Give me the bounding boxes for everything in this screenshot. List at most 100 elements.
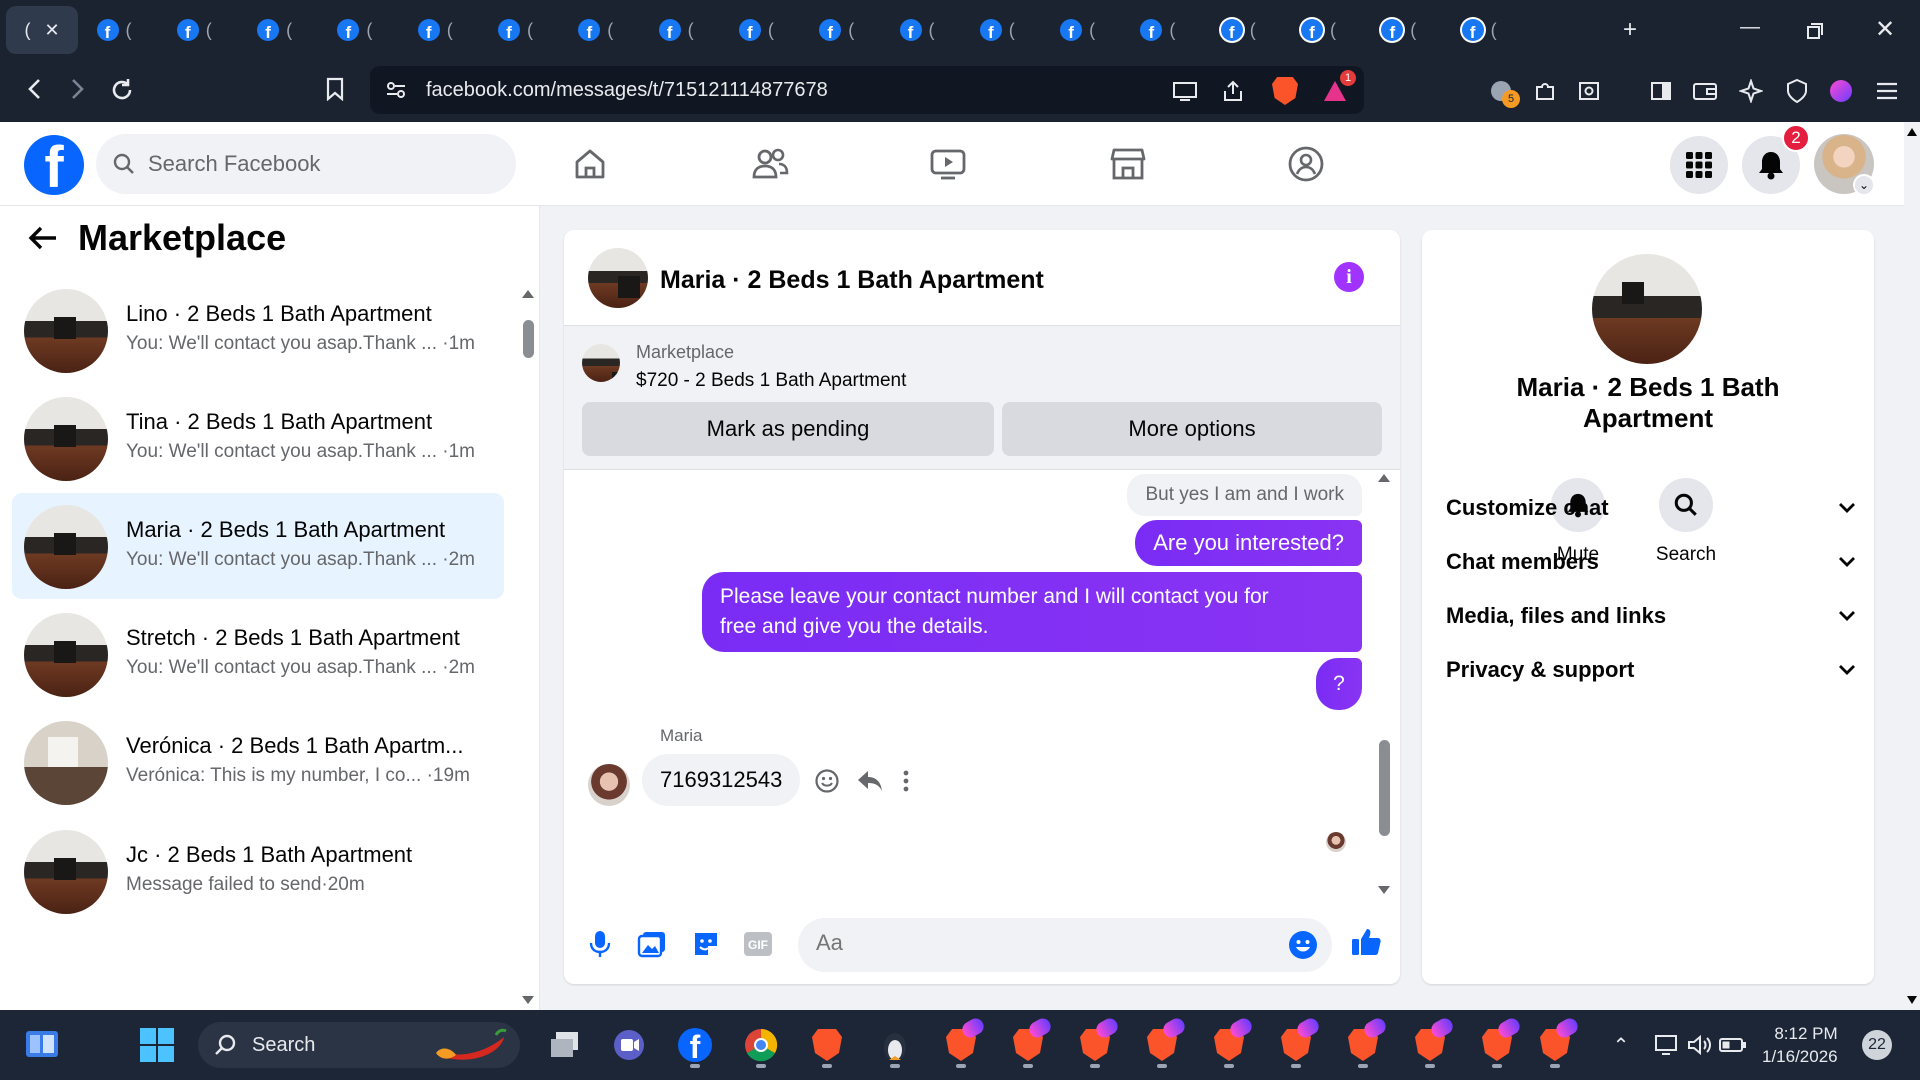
- conversation-item[interactable]: Jc · 2 Beds 1 Bath Apartment Message fail…: [12, 818, 504, 924]
- brave-shields-icon[interactable]: [1270, 76, 1300, 106]
- list-scrollbar[interactable]: [520, 282, 536, 1010]
- photo-icon[interactable]: [636, 928, 668, 960]
- message-scrollbar[interactable]: [1374, 470, 1394, 898]
- message-input-box[interactable]: [798, 918, 1332, 972]
- vpn-icon[interactable]: [1782, 76, 1812, 106]
- list-scroll-thumb[interactable]: [523, 320, 534, 358]
- groups-icon[interactable]: [1286, 144, 1326, 184]
- penguin-app-icon[interactable]: [876, 1026, 914, 1064]
- conversation-item[interactable]: Tina · 2 Beds 1 Bath Apartment You: We'll…: [12, 385, 504, 491]
- reload-icon[interactable]: [106, 74, 138, 106]
- thumbs-up-icon[interactable]: [1350, 926, 1382, 958]
- taskbar-search[interactable]: Search: [198, 1022, 520, 1068]
- menu-grid-button[interactable]: [1670, 136, 1728, 194]
- share-icon[interactable]: [1218, 76, 1248, 106]
- watch-icon[interactable]: [928, 144, 968, 184]
- sender-avatar[interactable]: [588, 764, 630, 806]
- wallet-icon[interactable]: [1690, 76, 1720, 106]
- system-clock[interactable]: 8:12 PM 1/16/2026: [1762, 1022, 1838, 1068]
- extension-leo-icon[interactable]: 5: [1486, 76, 1520, 108]
- profile-extension-icon[interactable]: [1826, 76, 1856, 106]
- chrome-icon[interactable]: [742, 1026, 780, 1064]
- conversation-item[interactable]: Verónica · 2 Beds 1 Bath Apartm... Veróni…: [12, 709, 504, 815]
- brave-window-icon[interactable]: [1536, 1015, 1581, 1064]
- search-input[interactable]: [148, 151, 478, 177]
- brave-icon[interactable]: [808, 1026, 846, 1064]
- brave-window-icon[interactable]: [1344, 1015, 1389, 1064]
- brave-window-icon[interactable]: [1411, 1015, 1456, 1064]
- facebook-logo[interactable]: f: [24, 135, 84, 195]
- reply-icon[interactable]: [856, 768, 884, 794]
- chat-avatar[interactable]: [588, 248, 648, 308]
- battery-icon[interactable]: [1718, 1026, 1748, 1064]
- react-icon[interactable]: [814, 768, 840, 794]
- facebook-tab[interactable]: f(: [1216, 6, 1260, 54]
- facebook-app-icon[interactable]: f: [676, 1026, 714, 1064]
- facebook-tab[interactable]: f(: [172, 6, 216, 54]
- facebook-tab[interactable]: f(: [1136, 6, 1180, 54]
- facebook-tab[interactable]: f(: [413, 6, 457, 54]
- info-section-row[interactable]: Media, files and links: [1446, 594, 1856, 638]
- new-tab-icon[interactable]: +: [1616, 16, 1644, 44]
- message-bubble[interactable]: Are you interested?: [1135, 520, 1362, 566]
- info-section-row[interactable]: Chat members: [1446, 540, 1856, 584]
- message-bubble[interactable]: ?: [1316, 658, 1362, 710]
- facebook-tab[interactable]: f(: [333, 6, 377, 54]
- facebook-tab[interactable]: f(: [494, 6, 538, 54]
- brave-window-icon[interactable]: [942, 1015, 987, 1064]
- brave-window-icon[interactable]: [1478, 1015, 1523, 1064]
- menu-icon[interactable]: [1872, 76, 1902, 106]
- facebook-tab[interactable]: f(: [574, 6, 618, 54]
- chevron-up-icon[interactable]: ⌃: [1606, 1026, 1636, 1064]
- teams-icon[interactable]: [610, 1026, 648, 1064]
- brave-window-icon[interactable]: [1009, 1015, 1054, 1064]
- forward-icon[interactable]: [62, 74, 92, 104]
- cast-icon[interactable]: [1170, 76, 1200, 106]
- marketplace-icon[interactable]: [1108, 144, 1148, 184]
- page-scrollbar[interactable]: [1904, 122, 1920, 1010]
- info-section-row[interactable]: Customize chat: [1446, 486, 1856, 530]
- gif-icon[interactable]: GIF: [742, 928, 774, 960]
- facebook-tab[interactable]: f(: [734, 6, 778, 54]
- friends-icon[interactable]: [750, 144, 790, 184]
- close-tab-icon[interactable]: ✕: [44, 20, 59, 41]
- speaker-icon[interactable]: [1684, 1026, 1714, 1064]
- start-icon[interactable]: [138, 1026, 176, 1064]
- facebook-search[interactable]: [96, 134, 516, 194]
- facebook-tab[interactable]: f(: [1377, 6, 1421, 54]
- conversation-item[interactable]: Stretch · 2 Beds 1 Bath Apartment You: We…: [12, 601, 504, 707]
- message-scroll-thumb[interactable]: [1379, 740, 1390, 836]
- info-section-row[interactable]: Privacy & support: [1446, 648, 1856, 692]
- brave-window-icon[interactable]: [1277, 1015, 1322, 1064]
- mark-as-pending-button[interactable]: Mark as pending: [582, 402, 994, 456]
- extensions-puzzle-icon[interactable]: [1530, 76, 1560, 106]
- site-info-icon[interactable]: [382, 76, 410, 104]
- widgets-icon[interactable]: [22, 1024, 62, 1064]
- back-arrow-icon[interactable]: [28, 225, 58, 251]
- microphone-icon[interactable]: [584, 928, 616, 960]
- reader-mode-icon[interactable]: [1574, 76, 1604, 106]
- task-view-icon[interactable]: [546, 1026, 584, 1064]
- facebook-tab[interactable]: f(: [1056, 6, 1100, 54]
- info-icon[interactable]: i: [1334, 262, 1364, 292]
- sidebar-icon[interactable]: [1646, 76, 1676, 106]
- message-bubble[interactable]: But yes I am and I work: [1127, 474, 1362, 516]
- brave-rewards-icon[interactable]: 1: [1320, 70, 1356, 106]
- facebook-tab[interactable]: f(: [92, 6, 136, 54]
- message-bubble[interactable]: Please leave your contact number and I w…: [702, 572, 1362, 652]
- notification-center-badge[interactable]: 22: [1862, 1030, 1892, 1060]
- display-icon[interactable]: [1652, 1026, 1682, 1064]
- message-bubble[interactable]: 7169312543: [642, 754, 801, 806]
- home-icon[interactable]: [570, 144, 610, 184]
- message-input[interactable]: [816, 930, 1256, 956]
- listing-title[interactable]: $720 - 2 Beds 1 Bath Apartment: [636, 370, 906, 392]
- facebook-tab[interactable]: f(: [654, 6, 698, 54]
- brave-window-icon[interactable]: [1076, 1015, 1121, 1064]
- conversation-item[interactable]: Maria · 2 Beds 1 Bath Apartment You: We'l…: [12, 493, 504, 599]
- facebook-tab[interactable]: f(: [815, 6, 859, 54]
- close-window-icon[interactable]: ✕: [1870, 14, 1900, 44]
- facebook-tab[interactable]: f(: [895, 6, 939, 54]
- active-tab[interactable]: ( ✕: [6, 6, 78, 54]
- facebook-tab[interactable]: f(: [975, 6, 1019, 54]
- url-field[interactable]: facebook.com/messages/t/715121114877678 …: [370, 66, 1364, 114]
